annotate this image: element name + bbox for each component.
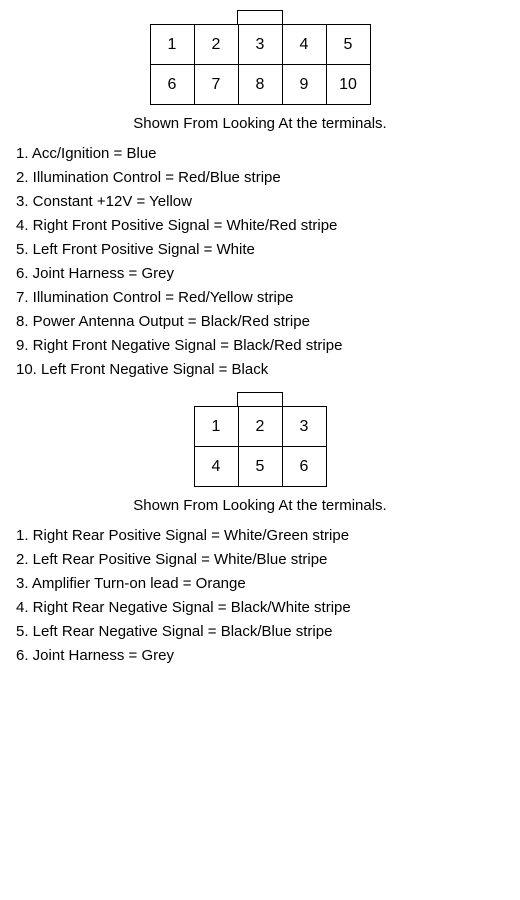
list-item: 4. Right Rear Negative Signal = Black/Wh… <box>16 596 510 620</box>
connector-diagram-1: 1 2 3 4 5 6 7 8 9 10 <box>10 10 510 105</box>
connector-top-tab-2 <box>237 392 283 406</box>
connector-diagram-2: 1 2 3 4 5 6 <box>10 392 510 487</box>
pin-cell: 3 <box>282 407 326 447</box>
section-1-pin-list: 1. Acc/Ignition = Blue 2. Illumination C… <box>10 142 510 382</box>
pin-cell: 4 <box>194 447 238 487</box>
list-item: 6. Joint Harness = Grey <box>16 644 510 668</box>
list-item: 8. Power Antenna Output = Black/Red stri… <box>16 310 510 334</box>
pin-cell: 6 <box>150 65 194 105</box>
connector-table-2: 1 2 3 4 5 6 <box>194 406 327 487</box>
list-item: 4. Right Front Positive Signal = White/R… <box>16 214 510 238</box>
list-item: 5. Left Rear Negative Signal = Black/Blu… <box>16 620 510 644</box>
pin-cell: 6 <box>282 447 326 487</box>
pin-cell: 2 <box>194 25 238 65</box>
pin-cell: 1 <box>194 407 238 447</box>
pin-cell: 9 <box>282 65 326 105</box>
pin-cell: 3 <box>238 25 282 65</box>
list-item: 6. Joint Harness = Grey <box>16 262 510 286</box>
pin-cell: 2 <box>238 407 282 447</box>
section-1: 1 2 3 4 5 6 7 8 9 10 Shown From Looking … <box>10 10 510 382</box>
section-2-pin-list: 1. Right Rear Positive Signal = White/Gr… <box>10 524 510 668</box>
pin-cell: 5 <box>326 25 370 65</box>
list-item: 2. Illumination Control = Red/Blue strip… <box>16 166 510 190</box>
section-2-caption: Shown From Looking At the terminals. <box>10 495 510 516</box>
pin-cell: 8 <box>238 65 282 105</box>
list-item: 5. Left Front Positive Signal = White <box>16 238 510 262</box>
list-item: 1. Right Rear Positive Signal = White/Gr… <box>16 524 510 548</box>
connector-top-tab-1 <box>237 10 283 24</box>
connector-table-1: 1 2 3 4 5 6 7 8 9 10 <box>150 24 371 105</box>
pin-cell: 4 <box>282 25 326 65</box>
list-item: 3. Amplifier Turn-on lead = Orange <box>16 572 510 596</box>
pin-cell: 5 <box>238 447 282 487</box>
section-2: 1 2 3 4 5 6 Shown From Looking At the te… <box>10 392 510 668</box>
pin-cell: 10 <box>326 65 370 105</box>
section-1-caption: Shown From Looking At the terminals. <box>10 113 510 134</box>
list-item: 1. Acc/Ignition = Blue <box>16 142 510 166</box>
list-item: 7. Illumination Control = Red/Yellow str… <box>16 286 510 310</box>
list-item: 3. Constant +12V = Yellow <box>16 190 510 214</box>
pin-cell: 1 <box>150 25 194 65</box>
list-item: 10. Left Front Negative Signal = Black <box>16 358 510 382</box>
list-item: 9. Right Front Negative Signal = Black/R… <box>16 334 510 358</box>
pin-cell: 7 <box>194 65 238 105</box>
list-item: 2. Left Rear Positive Signal = White/Blu… <box>16 548 510 572</box>
